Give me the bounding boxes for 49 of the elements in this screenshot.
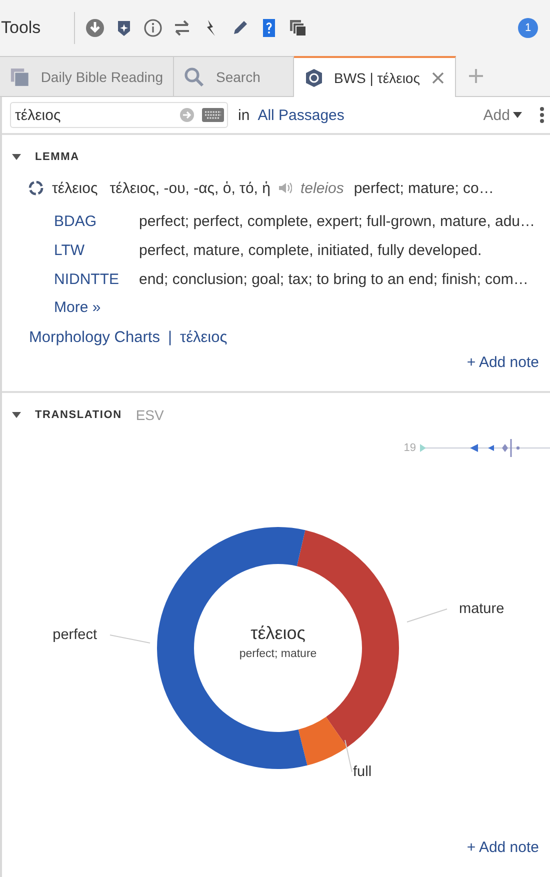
scope-link[interactable]: All Passages: [258, 106, 344, 124]
source-definition: perfect; perfect, complete, expert; full-grown, mature, adu…: [139, 212, 536, 232]
slice-label: full: [353, 764, 372, 780]
tab[interactable]: Daily Bible Reading: [0, 56, 174, 96]
caret-icon: [513, 112, 522, 118]
leader-line: [344, 740, 352, 772]
download-icon[interactable]: [84, 18, 105, 38]
leader-line: [110, 634, 150, 644]
notification-badge[interactable]: 1: [518, 18, 538, 38]
version-label: ESV: [136, 407, 164, 423]
info-icon[interactable]: [142, 18, 163, 38]
toolbar-title: Tools: [1, 18, 41, 38]
donut-title: τέλειος: [250, 623, 306, 644]
add-note-link[interactable]: + Add note: [466, 354, 539, 370]
more-link[interactable]: More »: [54, 298, 101, 316]
search-icon: [184, 66, 204, 86]
leader-line: [406, 608, 448, 622]
count-label: 19: [404, 442, 416, 454]
collapse-icon[interactable]: [12, 412, 21, 418]
donut-subtitle: perfect; mature: [239, 648, 317, 660]
keyboard-icon[interactable]: [202, 108, 224, 122]
add-note-link[interactable]: + Add note: [466, 838, 539, 856]
separator: |: [168, 329, 172, 347]
source-definition: end; conclusion; goal; tax; to bring to an end; finish; com…: [139, 270, 530, 290]
source-link[interactable]: BDAG: [54, 207, 119, 236]
search-field[interactable]: τέλειος: [10, 102, 228, 128]
slice-label: perfect: [52, 627, 97, 643]
add-dropdown[interactable]: Add: [483, 106, 522, 124]
in-label: in: [238, 106, 250, 124]
tab[interactable]: Search: [174, 56, 294, 96]
more-options-icon[interactable]: [540, 107, 544, 123]
section-heading: LEMMA: [35, 151, 80, 163]
source-link[interactable]: LTW: [54, 236, 119, 265]
morphology-link[interactable]: Morphology Charts: [29, 329, 160, 347]
collapse-icon[interactable]: [12, 154, 21, 160]
lemma-word: τέλειος: [52, 180, 98, 196]
lemma-link[interactable]: τέλειος: [180, 329, 228, 347]
pages-icon: [10, 66, 29, 86]
gloss-text: perfect; mature; co…: [354, 180, 494, 196]
source-link[interactable]: NIDNTTE: [54, 265, 119, 294]
section-heading: TRANSLATION: [35, 409, 122, 421]
lemma-forms: τέλειος, -ου, -ας, ὁ, τό, ἡ: [110, 180, 270, 196]
loading-ring-icon: [28, 180, 44, 196]
tab[interactable]: BWS | τέλειος: [294, 56, 456, 97]
close-icon[interactable]: [432, 72, 444, 84]
slice-label: mature: [459, 601, 504, 617]
stacked-pages-icon[interactable]: [288, 18, 308, 38]
source-definition: perfect, mature, complete, initiated, fully developed.: [139, 241, 483, 261]
transliteration: teleios: [300, 180, 344, 196]
